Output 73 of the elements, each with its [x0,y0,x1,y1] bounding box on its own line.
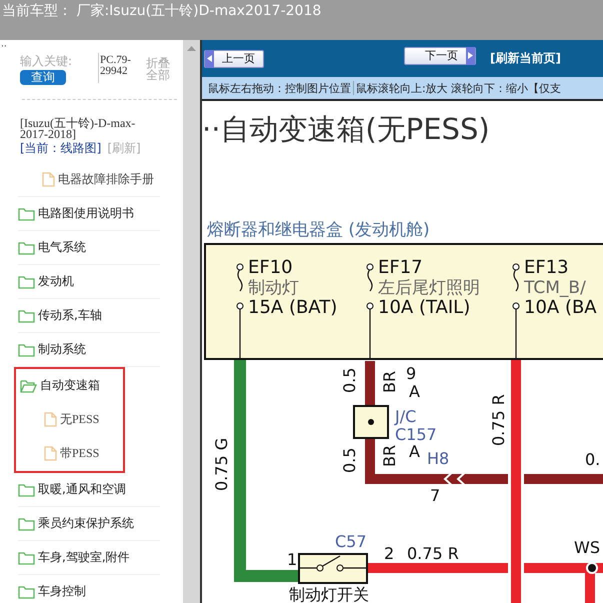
document-icon [42,172,55,187]
tree-item[interactable]: 电路图使用说明书 [18,197,160,231]
tree-item[interactable]: 发动机 [18,265,160,299]
fuse-name: 左后尾灯照明 [378,278,480,298]
fuse-name: 制动灯 [248,278,299,298]
wire-label: BR [380,370,399,393]
tree-item[interactable]: 电气系统 [18,231,160,265]
splice-dot [586,562,598,574]
document-icon [44,412,57,427]
tree-item[interactable]: 车身控制 [18,575,160,603]
fuse-name: TCM_B/ [524,278,586,298]
wire-label: 0.75 R [489,394,508,446]
right-arrow-icon [468,52,473,59]
next-page-button[interactable]: 下一页 [404,46,476,64]
connector-label: C157 [395,425,437,444]
current-view-link[interactable]: [当前：线路图] [20,141,102,155]
connector-label: J/C [395,407,416,426]
tree-item[interactable]: 取暖,通风和空调 [18,473,160,507]
diagram-title: ··自动变速箱(无PESS) [202,112,490,146]
vehicle-name: [Isuzu(五十铃)-D-max-2017-2018] [19,115,136,140]
connector-label: C57 [335,532,367,551]
pin-label: 0.75 R [407,544,459,563]
fuse-rating: 10A (TAIL) [378,297,470,318]
tree-item[interactable]: 电器故障排除手册 [18,163,160,197]
pin-label: WS [574,538,600,557]
wire-label: 0.5 [340,368,359,393]
fuse-rating: 10A (BA [524,297,597,318]
pin-label: 9 [406,364,416,383]
fuse-terminal [512,302,520,310]
fuse-terminal [236,264,244,270]
code-field[interactable]: PC.79-29942 [98,53,132,83]
tree-item[interactable]: 带PESS [20,437,123,471]
fuse-rating: 15A (BAT) [248,297,338,318]
fuse-terminal [512,264,520,270]
brake-switch-drawing [298,553,368,584]
pin-label: 0. [585,450,600,469]
query-button[interactable]: 查询 [20,70,66,85]
refresh-page-link[interactable]: [刷新当前页] [490,50,561,67]
wire-label: BR [380,444,399,467]
tree-item[interactable]: 乘员约束保护系统 [18,507,160,541]
tree-item[interactable]: 车身,驾驶室,附件 [18,541,160,575]
previous-page-button[interactable]: 上一页 [204,50,264,68]
tree-item[interactable]: 自动变速箱 [20,369,123,403]
pin-label: 1 [287,550,298,569]
left-arrow-icon [207,55,212,62]
usage-hint: 鼠标滚轮向上:放大 滚轮向下：缩小【仅支 [356,80,562,96]
usage-hint: 鼠标左右拖动：控制图片位置 [208,80,351,96]
document-icon [44,446,57,461]
junction-dot [368,419,374,425]
tree-item[interactable]: 传动系,车轴 [18,299,160,333]
pin-label: A [409,442,420,461]
ellipsis-mark: ·· [1,44,8,50]
fuse-terminal [366,302,374,310]
scroll-up-icon[interactable] [187,46,196,51]
wire-label: 0.75 G [212,438,231,491]
keyword-label: 输入关键: [20,53,72,70]
fuse-terminal [236,302,244,310]
pin-label: 制动灯开关 [289,585,369,603]
fuse-terminal [366,264,374,270]
vehicle-model-title: 当前车型： 厂家:Isuzu(五十铃)D-max2017-2018 [1,2,322,20]
junction-box [353,405,389,439]
pin-label: 7 [430,486,440,505]
connector-label: H8 [427,449,450,468]
fuse-id: EF10 [248,257,293,278]
pin-label: 2 [384,544,394,563]
fuse-box-title: 熔断器和继电器盒 (发动机舱) [207,220,430,240]
tree-item[interactable]: 制动系统 [18,333,160,367]
pin-label: A [409,382,420,401]
wire-label: 0.5 [340,448,359,473]
tree-item[interactable]: 无PESS [20,403,123,437]
fuse-id: EF17 [378,257,423,278]
fuse-id: EF13 [524,257,569,278]
scrollbar[interactable] [183,40,200,603]
